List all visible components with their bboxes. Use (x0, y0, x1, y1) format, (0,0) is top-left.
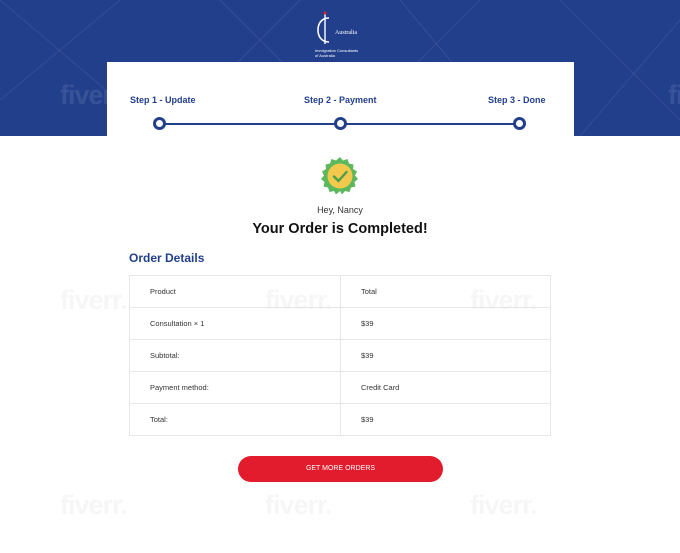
step-1-label[interactable]: Step 1 - Update (130, 95, 196, 105)
payment-method-label: Payment method: (129, 371, 341, 404)
table-header-total: Total (340, 275, 551, 308)
table-header-product: Product (129, 275, 341, 308)
brand-tagline-line2: of Australia (315, 53, 335, 58)
step-3-label[interactable]: Step 3 - Done (488, 95, 546, 105)
get-more-orders-button[interactable]: GET MORE ORDERS (238, 456, 443, 482)
greeting-text: Hey, Nancy (317, 205, 363, 215)
product-total-cell: $39 (340, 307, 551, 340)
table-row: Payment method: Credit Card (129, 371, 551, 404)
table-row: Product Total (129, 275, 551, 308)
watermark: fiverr. (60, 490, 127, 521)
brand-tagline: Immigration Consultants of Australia (315, 48, 385, 58)
total-value: $39 (340, 403, 551, 436)
subtotal-label: Subtotal: (129, 339, 341, 372)
brand-name: Australia (335, 30, 357, 36)
table-row: Total: $39 (129, 403, 551, 436)
order-details-table: Product Total Consultation × 1 $39 Subto… (129, 275, 551, 436)
subtotal-value: $39 (340, 339, 551, 372)
order-completed-heading: Your Order is Completed! (252, 221, 428, 237)
step-3-dot[interactable] (513, 117, 526, 130)
order-details-title: Order Details (129, 251, 205, 265)
step-2-dot[interactable] (334, 117, 347, 130)
watermark: fiverr. (60, 285, 127, 316)
success-badge-icon (321, 157, 358, 195)
watermark: fiverr. (470, 490, 537, 521)
total-label: Total: (129, 403, 341, 436)
brand-emblem-icon (317, 11, 330, 44)
table-row: Subtotal: $39 (129, 339, 551, 372)
step-2-label[interactable]: Step 2 - Payment (304, 95, 377, 105)
step-1-dot[interactable] (153, 117, 166, 130)
brand-logo[interactable]: Australia Immigration Consultants of Aus… (313, 10, 373, 60)
product-cell: Consultation × 1 (129, 307, 341, 340)
watermark: fiverr. (265, 490, 332, 521)
table-row: Consultation × 1 $39 (129, 307, 551, 340)
payment-method-value: Credit Card (340, 371, 551, 404)
